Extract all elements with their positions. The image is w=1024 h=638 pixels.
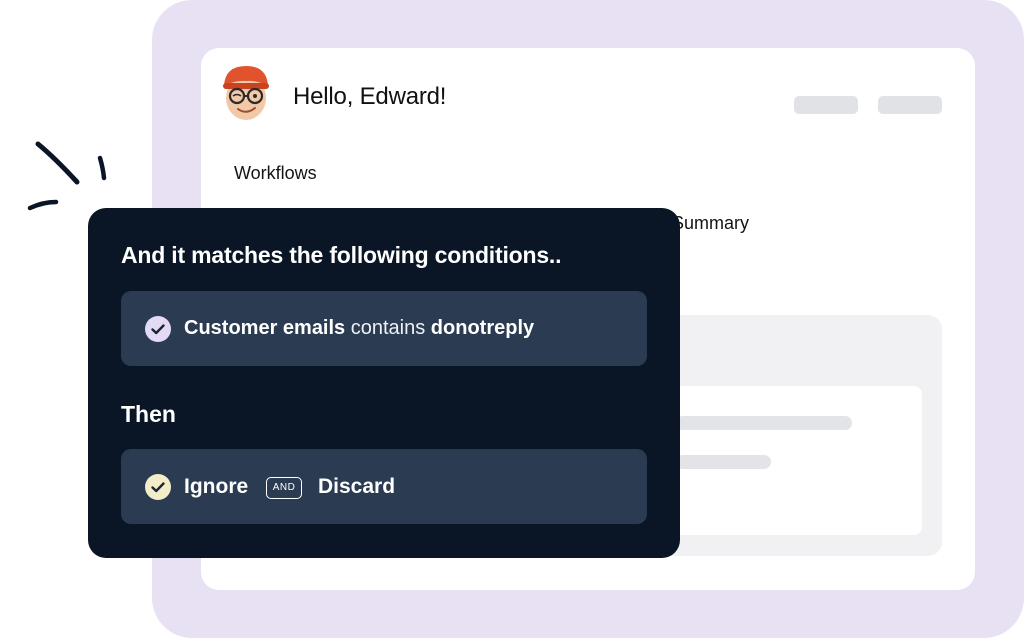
action-ignore: Ignore [184,475,249,498]
then-heading: Then [121,401,176,427]
decorative-squiggles [27,141,107,211]
check-circle-icon [145,316,171,342]
avatar [223,66,269,120]
skeleton-line [676,416,852,430]
condition-operator: contains [350,317,426,339]
greeting-title: Hello, Edward! [293,83,447,110]
condition-field: Customer emails [184,317,346,339]
condition-text: Customer emails contains donotreply [184,317,534,340]
and-connector-badge: AND [266,477,302,499]
action-discard: Discard [318,475,396,498]
condition-value: donotreply [430,317,535,339]
conditions-heading: And it matches the following conditions.… [121,242,562,268]
skeleton-line [676,455,771,469]
check-circle-icon [145,474,171,500]
nav-workflows[interactable]: Workflows [234,163,317,184]
header-placeholder-button[interactable] [878,96,942,114]
tab-summary[interactable]: Summary [672,213,749,234]
header-placeholder-button[interactable] [794,96,858,114]
